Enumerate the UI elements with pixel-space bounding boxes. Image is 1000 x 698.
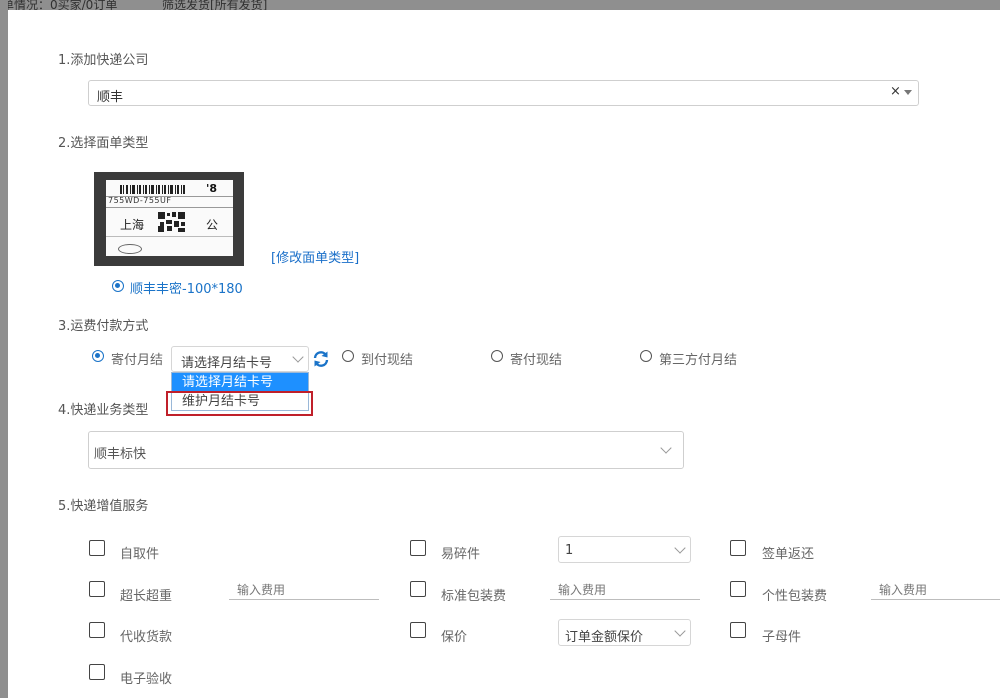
waybill-preview-tag: 公 [206, 218, 219, 232]
service-type-select-value: 顺丰标快 [94, 447, 147, 462]
label-custom-packaging: 个性包装费 [762, 589, 828, 604]
custom-packaging-fee-input[interactable] [871, 582, 1000, 600]
monthly-card-select[interactable]: 请选择月结卡号 [171, 346, 309, 372]
section-title-service-type: 4.快递业务类型 [58, 403, 149, 418]
checkbox-insured[interactable] [410, 622, 426, 638]
payment-label-cod[interactable]: 到付现结 [361, 349, 413, 368]
checkbox-custom-packaging[interactable] [730, 581, 746, 597]
modify-waybill-type-link[interactable]: [修改面单类型] [271, 247, 359, 266]
service-type-select[interactable]: 顺丰标快 [88, 431, 684, 469]
label-insured: 保价 [441, 630, 468, 645]
waybill-template-label[interactable]: 顺丰丰密-100*180 [130, 278, 243, 297]
checkbox-e-inspection[interactable] [89, 664, 105, 680]
background-page-header: 单情况：0买家/0订单 筛选发货[所有发货] [0, 0, 1000, 10]
highlight-box [166, 391, 313, 416]
fragile-quantity-value: 1 [565, 543, 574, 558]
waybill-template-thumbnail[interactable]: '8 755WD-755UF 上海 公 [94, 172, 244, 266]
insured-type-select[interactable]: 订单金额保价 [558, 619, 691, 646]
chevron-down-icon [292, 351, 304, 363]
checkbox-fragile[interactable] [410, 540, 426, 556]
oversize-fee-input[interactable] [229, 582, 379, 600]
waybill-preview-destination: 上海 [120, 218, 145, 232]
label-sign-return: 签单返还 [762, 547, 815, 562]
label-e-inspection: 电子验收 [120, 672, 173, 687]
payment-radio-prepaid-cash[interactable] [491, 350, 503, 362]
checkbox-std-packaging[interactable] [410, 581, 426, 597]
payment-radio-monthly-sender[interactable] [92, 350, 104, 362]
courier-select-value: 顺丰 [97, 90, 124, 105]
chevron-down-icon [660, 442, 672, 454]
payment-radio-third-party[interactable] [640, 350, 652, 362]
waybill-divider [106, 236, 233, 237]
refresh-icon[interactable] [312, 350, 330, 368]
barcode-icon [120, 185, 185, 194]
section-title-courier: 1.添加快递公司 [58, 53, 149, 68]
background-filter-text: 筛选发货[所有发货] [162, 0, 268, 10]
waybill-stamp-icon [118, 244, 142, 254]
section-title-waybill-type: 2.选择面单类型 [58, 136, 149, 151]
waybill-divider [106, 207, 233, 208]
waybill-preview: '8 755WD-755UF 上海 公 [106, 180, 233, 256]
label-std-packaging: 标准包装费 [441, 589, 507, 604]
checkbox-parent-child[interactable] [730, 622, 746, 638]
qrcode-icon [158, 212, 185, 232]
section-title-value-added: 5.快递增值服务 [58, 499, 149, 514]
payment-radio-cod[interactable] [342, 350, 354, 362]
waybill-template-radio[interactable] [112, 280, 124, 292]
waybill-preview-code: 755WD-755UF [108, 196, 172, 205]
checkbox-sign-return[interactable] [730, 540, 746, 556]
payment-label-monthly-sender[interactable]: 寄付月结 [111, 349, 163, 368]
std-packaging-fee-input[interactable] [550, 582, 700, 600]
courier-select[interactable]: 顺丰 × [88, 80, 919, 106]
chevron-down-icon [674, 542, 686, 554]
background-order-summary: 单情况：0买家/0订单 [2, 0, 118, 10]
monthly-card-select-value: 请选择月结卡号 [181, 356, 273, 371]
label-fragile: 易碎件 [441, 547, 481, 562]
label-oversize: 超长超重 [120, 589, 173, 604]
background-page-edge [0, 0, 8, 698]
payment-label-third-party[interactable]: 第三方付月结 [659, 349, 737, 368]
insured-type-value: 订单金额保价 [565, 630, 644, 645]
checkbox-oversize[interactable] [89, 581, 105, 597]
label-self-pickup: 自取件 [120, 547, 160, 562]
checkbox-self-pickup[interactable] [89, 540, 105, 556]
dropdown-option-select-card[interactable]: 请选择月结卡号 [172, 373, 308, 392]
payment-label-prepaid-cash[interactable]: 寄付现结 [510, 349, 562, 368]
clear-icon[interactable]: × [890, 84, 901, 99]
section-title-payment-method: 3.运费付款方式 [58, 319, 149, 334]
fragile-quantity-select[interactable]: 1 [558, 536, 691, 563]
caret-down-icon[interactable] [904, 90, 912, 96]
label-parent-child: 子母件 [762, 630, 802, 645]
chevron-down-icon [674, 625, 686, 637]
waybill-preview-number: '8 [206, 182, 218, 195]
checkbox-cod[interactable] [89, 622, 105, 638]
label-cod: 代收货款 [120, 630, 173, 645]
